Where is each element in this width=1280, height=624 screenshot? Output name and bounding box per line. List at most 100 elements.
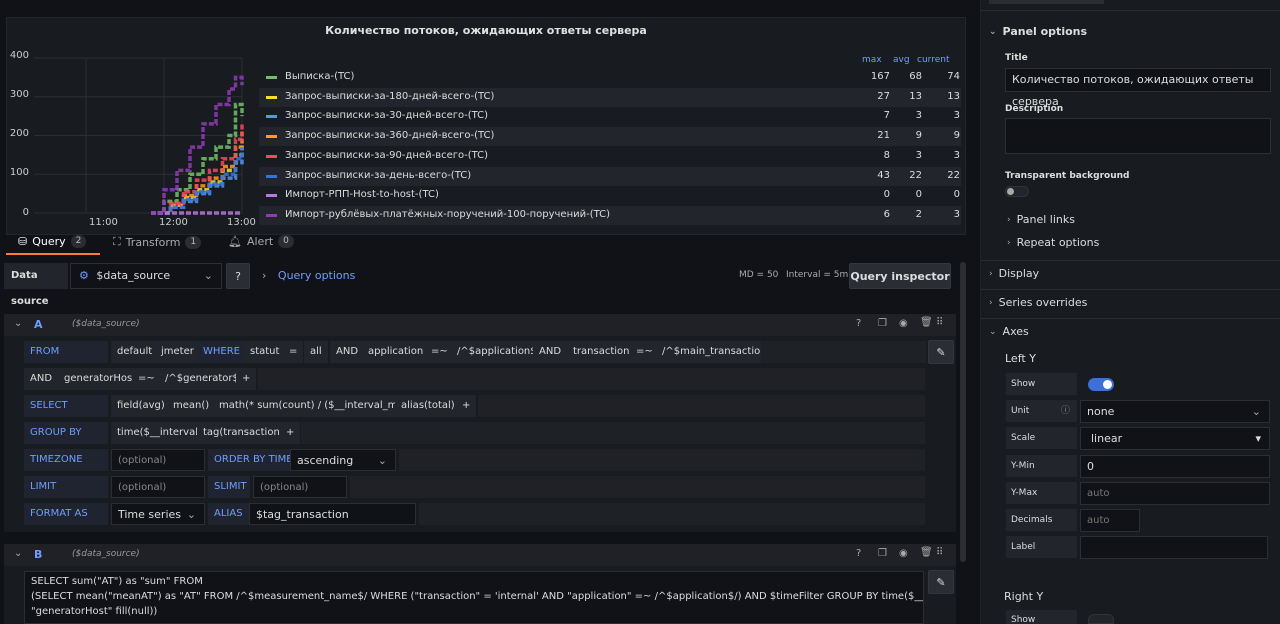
series-swatch[interactable] bbox=[266, 154, 277, 158]
unit-select[interactable]: none ⌄ bbox=[1080, 400, 1270, 423]
legend-header-max[interactable]: max bbox=[862, 55, 882, 65]
collapse-icon[interactable]: ⌄ bbox=[14, 548, 22, 559]
where-condition[interactable]: AND bbox=[533, 341, 568, 363]
legend-row[interactable]: Запрос-выписки-за-90-дней-всего-(TC) 8 3 3 bbox=[259, 147, 961, 166]
ymin-input[interactable]: 0 bbox=[1080, 455, 1270, 478]
query-a-header[interactable]: ⌄ A ($data_source) ? ❐ ◉ 🗑︎ ⠿ bbox=[4, 314, 956, 336]
query-b-header[interactable]: ⌄ B ($data_source) ? ❐ ◉ 🗑︎ ⠿ bbox=[4, 544, 956, 566]
trash-icon[interactable]: 🗑︎ bbox=[920, 547, 933, 558]
series-name[interactable]: Импорт-рублёвых-платёжных-поручений-100-… bbox=[285, 209, 610, 220]
transparent-toggle[interactable] bbox=[1005, 186, 1029, 197]
from-policy[interactable]: default bbox=[111, 341, 159, 363]
section-display[interactable]: › Display bbox=[989, 267, 1273, 280]
series-name[interactable]: Запрос-выписки-за-180-дней-всего-(TC) bbox=[285, 91, 494, 102]
section-series-overrides[interactable]: › Series overrides bbox=[989, 296, 1273, 309]
drag-handle-icon[interactable]: ⠿ bbox=[936, 317, 943, 328]
right-show-toggle[interactable] bbox=[1088, 614, 1114, 624]
where-key[interactable]: transaction bbox=[567, 341, 636, 363]
eye-icon[interactable]: ◉ bbox=[899, 318, 908, 329]
series-name[interactable]: Запрос-выписки-за-30-дней-всего-(TC) bbox=[285, 110, 488, 121]
collapse-icon[interactable]: ⌄ bbox=[14, 318, 22, 329]
datasource-picker[interactable]: ⚙ $data_source ⌄ bbox=[70, 263, 222, 289]
where-operator[interactable]: =~ bbox=[630, 341, 659, 363]
series-name[interactable]: Запрос-выписки-за-360-дней-всего-(TC) bbox=[285, 130, 494, 141]
add-where-button[interactable]: + bbox=[236, 368, 257, 390]
tab-alert[interactable]: 🔔︎ Alert 0 bbox=[228, 235, 294, 248]
series-swatch[interactable] bbox=[266, 194, 277, 198]
order-select[interactable]: ascending ⌄ bbox=[290, 449, 396, 471]
legend-row[interactable]: Запрос-выписки-за-180-дней-всего-(TC) 27 1… bbox=[259, 87, 961, 107]
select-alias[interactable]: alias(total) bbox=[395, 395, 461, 417]
select-field[interactable]: field(avg) bbox=[111, 395, 171, 417]
legend-row[interactable]: Выписка-(TC) 167 68 74 bbox=[259, 68, 961, 87]
series-swatch[interactable] bbox=[266, 213, 277, 217]
label-input[interactable] bbox=[1080, 536, 1268, 559]
where-key[interactable]: generatorHost bbox=[58, 368, 143, 390]
series-name[interactable]: Импорт-РПП-Host-to-host-(TC) bbox=[285, 189, 439, 200]
series-name[interactable]: Выписка-(TC) bbox=[285, 71, 354, 82]
drag-handle-icon[interactable]: ⠿ bbox=[936, 547, 943, 558]
add-group-button[interactable]: + bbox=[280, 422, 301, 444]
series-swatch[interactable] bbox=[266, 95, 277, 99]
slimit-input[interactable]: (optional) bbox=[253, 476, 347, 498]
duplicate-icon[interactable]: ❐ bbox=[878, 318, 887, 329]
limit-input[interactable]: (optional) bbox=[111, 476, 205, 498]
format-select[interactable]: Time series ⌄ bbox=[111, 503, 205, 525]
editor-scrollbar[interactable] bbox=[960, 262, 966, 562]
eye-icon[interactable]: ◉ bbox=[899, 548, 908, 559]
section-panel-links[interactable]: › Panel links bbox=[1007, 213, 1280, 226]
duplicate-icon[interactable]: ❐ bbox=[878, 548, 887, 559]
help-icon[interactable]: ? bbox=[856, 318, 861, 329]
help-icon[interactable]: ? bbox=[856, 548, 861, 559]
legend-row[interactable]: Запрос-выписки-за-день-всего-(TC) 43 22 22 bbox=[259, 166, 961, 186]
legend-row[interactable]: Запрос-выписки-за-360-дней-всего-(TC) 21 9… bbox=[259, 127, 961, 147]
tab-transform[interactable]: ⛶ Transform 1 bbox=[113, 235, 202, 249]
section-panel-options[interactable]: ⌄ Panel options bbox=[989, 25, 1273, 38]
select-math[interactable]: math(* sum(count) / ($__interval_ms)) bbox=[213, 395, 417, 417]
max-data-points[interactable]: MD = 50 bbox=[739, 270, 778, 280]
series-swatch[interactable] bbox=[266, 115, 277, 119]
interval-value[interactable]: Interval = 5m bbox=[786, 270, 848, 280]
from-measurement[interactable]: jmeter bbox=[155, 341, 200, 363]
where-condition[interactable]: AND bbox=[330, 341, 365, 363]
trash-icon[interactable]: 🗑︎ bbox=[920, 317, 933, 328]
edit-raw-button[interactable]: ✎ bbox=[928, 340, 954, 364]
select-aggregation[interactable]: mean() bbox=[167, 395, 216, 417]
where-operator[interactable]: =~ bbox=[425, 341, 454, 363]
where-operator[interactable]: =~ bbox=[132, 368, 161, 390]
where-value[interactable]: /^$generator$/ bbox=[159, 368, 249, 390]
timezone-input[interactable]: (optional) bbox=[111, 449, 205, 471]
series-swatch[interactable] bbox=[266, 174, 277, 178]
where-key[interactable]: application bbox=[362, 341, 430, 363]
series-name[interactable]: Запрос-выписки-за-день-всего-(TC) bbox=[285, 170, 471, 181]
group-by-time[interactable]: time($__interval) bbox=[111, 422, 208, 444]
legend-header-avg[interactable]: avg bbox=[893, 55, 910, 65]
group-by-tag[interactable]: tag(transaction) bbox=[197, 422, 290, 444]
query-options-toggle[interactable]: › Query options bbox=[262, 269, 355, 282]
series-swatch[interactable] bbox=[266, 135, 277, 139]
tab-query[interactable]: ⛁ Query 2 bbox=[18, 235, 87, 248]
section-repeat-options[interactable]: › Repeat options bbox=[1007, 236, 1280, 249]
ymax-input[interactable]: auto bbox=[1080, 482, 1270, 505]
title-input[interactable]: Количество потоков, ожидающих ответы сер… bbox=[1005, 68, 1271, 108]
alias-input[interactable]: $tag_transaction bbox=[249, 503, 416, 525]
where-operator[interactable]: = bbox=[283, 341, 304, 363]
raw-query-editor[interactable]: SELECT sum("AT") as "sum" FROM (SELECT m… bbox=[24, 571, 924, 624]
where-key[interactable]: statut bbox=[244, 341, 286, 363]
where-condition[interactable]: AND bbox=[24, 368, 59, 390]
legend-header-current[interactable]: current bbox=[917, 55, 949, 65]
series-swatch[interactable] bbox=[266, 76, 277, 79]
legend-row[interactable]: Импорт-рублёвых-платёжных-поручений-100-… bbox=[259, 205, 961, 225]
query-inspector-button[interactable]: Query inspector bbox=[849, 263, 951, 289]
where-value[interactable]: /^$application$/ bbox=[451, 341, 547, 363]
help-button[interactable]: ? bbox=[226, 263, 250, 289]
add-select-button[interactable]: + bbox=[456, 395, 477, 417]
edit-raw-button[interactable]: ✎ bbox=[928, 570, 954, 594]
description-input[interactable] bbox=[1005, 118, 1271, 154]
show-toggle[interactable] bbox=[1088, 378, 1114, 391]
where-value[interactable]: all bbox=[304, 341, 328, 363]
scale-select[interactable]: linear ▾ bbox=[1080, 427, 1270, 450]
section-axes[interactable]: ⌄ Axes bbox=[989, 325, 1273, 338]
decimals-input[interactable]: auto bbox=[1080, 509, 1140, 532]
legend-row[interactable]: Импорт-РПП-Host-to-host-(TC) 0 0 0 bbox=[259, 186, 961, 205]
